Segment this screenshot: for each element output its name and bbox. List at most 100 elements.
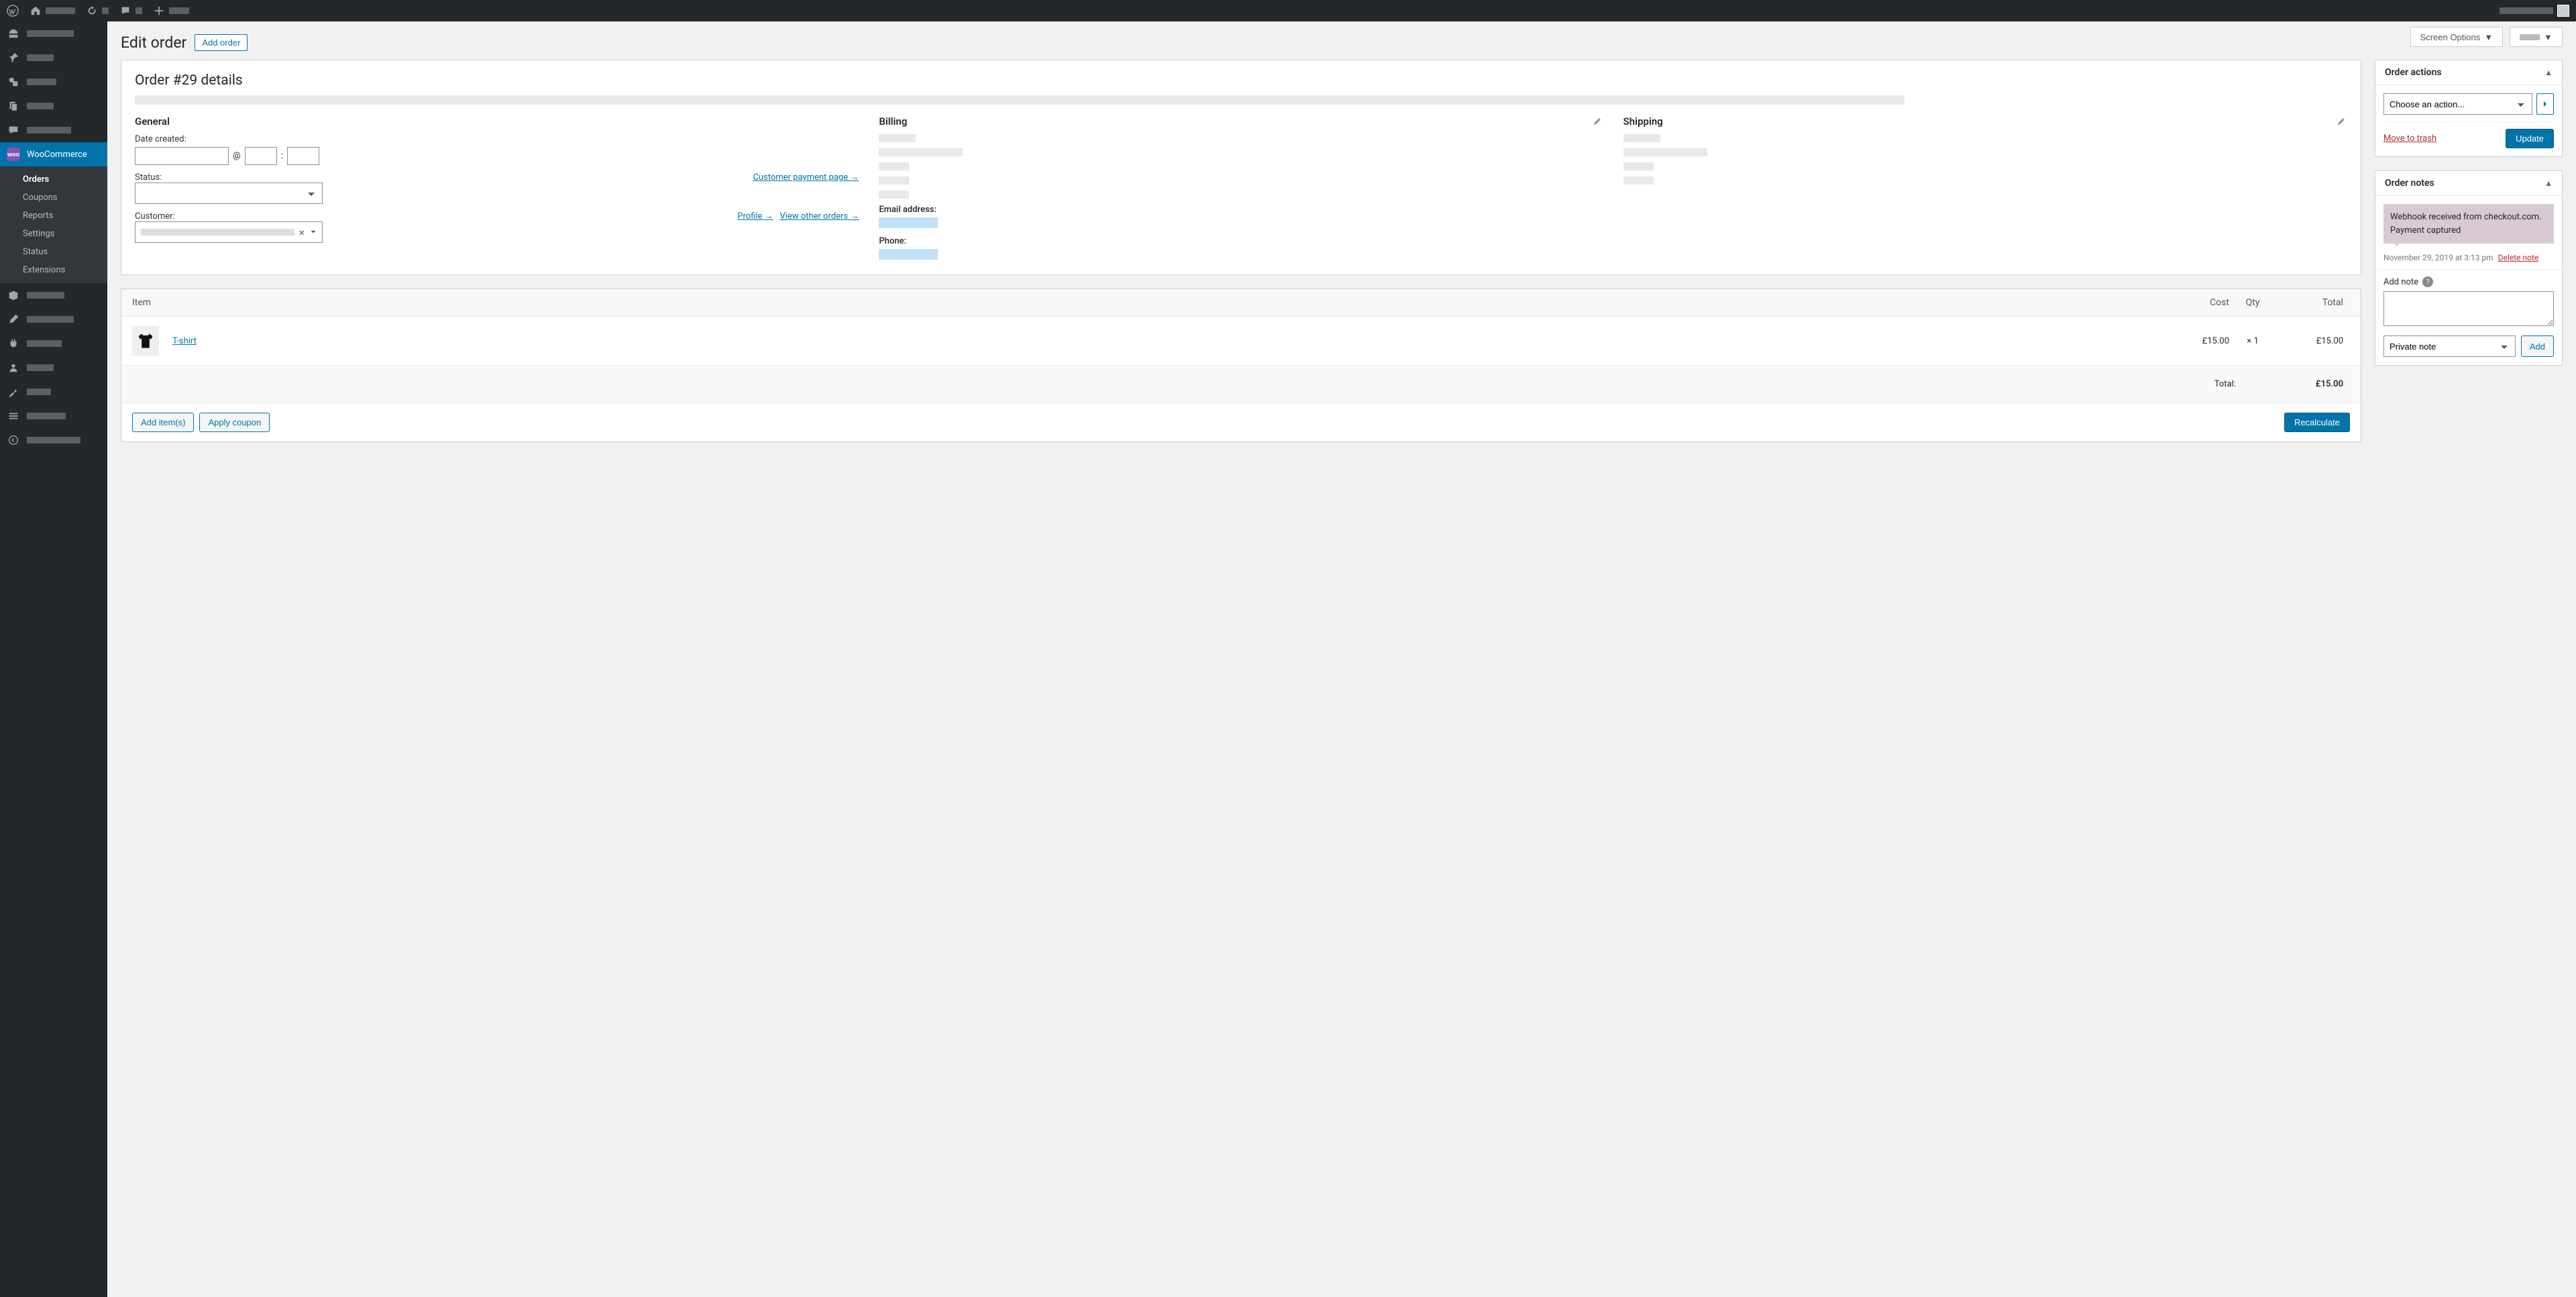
shipping-heading: Shipping bbox=[1623, 115, 2347, 127]
item-total: £15.00 bbox=[2276, 336, 2350, 346]
brush-icon bbox=[7, 313, 20, 326]
chevron-down-icon bbox=[309, 227, 318, 237]
order-note: Webhook received from checkout.com. Paym… bbox=[2383, 204, 2554, 244]
wp-logo[interactable] bbox=[7, 5, 19, 17]
note-textarea[interactable] bbox=[2383, 291, 2554, 326]
email-label: Email address: bbox=[879, 205, 1603, 215]
order-actions-title: Order actions bbox=[2385, 67, 2442, 78]
time-colon: : bbox=[281, 151, 283, 161]
items-header: Item Cost Qty Total bbox=[121, 289, 2361, 317]
menu-plugins[interactable] bbox=[0, 331, 107, 356]
submenu-settings[interactable]: Settings bbox=[0, 225, 107, 243]
date-created-input[interactable] bbox=[135, 147, 229, 165]
customer-payment-link[interactable]: Customer payment page → bbox=[753, 172, 859, 183]
apply-coupon-button[interactable]: Apply coupon bbox=[199, 413, 270, 432]
order-total-row: Total: £15.00 bbox=[121, 366, 2361, 403]
chevron-down-icon: ▼ bbox=[2544, 32, 2553, 42]
submenu-extensions[interactable]: Extensions bbox=[0, 261, 107, 279]
item-row: T-shirt £15.00 × 1 £15.00 bbox=[121, 317, 2361, 366]
sliders-icon bbox=[7, 409, 20, 423]
billing-email[interactable] bbox=[879, 217, 938, 228]
menu-comments[interactable] bbox=[0, 118, 107, 142]
menu-collapse[interactable] bbox=[0, 428, 107, 452]
status-select[interactable] bbox=[135, 183, 323, 204]
billing-phone[interactable] bbox=[879, 249, 938, 260]
recalculate-button[interactable]: Recalculate bbox=[2284, 413, 2350, 432]
add-items-button[interactable]: Add item(s) bbox=[132, 413, 194, 432]
help-button[interactable]: ▼ bbox=[2510, 27, 2563, 47]
admin-bar bbox=[0, 0, 2576, 21]
item-name-link[interactable]: T-shirt bbox=[172, 336, 197, 346]
woocommerce-submenu: Orders Coupons Reports Settings Status E… bbox=[0, 166, 107, 283]
view-other-orders-link[interactable]: View other orders → bbox=[780, 211, 859, 221]
menu-users[interactable] bbox=[0, 356, 107, 380]
page-icon bbox=[7, 99, 20, 113]
add-note-label: Add note bbox=[2383, 277, 2418, 287]
update-button[interactable]: Update bbox=[2506, 129, 2554, 148]
wrench-icon bbox=[7, 385, 20, 399]
box-icon bbox=[7, 289, 20, 302]
total-label: Total: bbox=[132, 379, 2236, 389]
new-content-icon[interactable] bbox=[153, 5, 189, 17]
order-notes-box: Order notes▲ Webhook received from check… bbox=[2375, 170, 2563, 366]
edit-billing-icon[interactable] bbox=[1593, 115, 1603, 126]
profile-link[interactable]: Profile → bbox=[737, 211, 773, 221]
comments-icon[interactable] bbox=[119, 5, 142, 17]
submenu-orders[interactable]: Orders bbox=[0, 170, 107, 189]
item-thumbnail bbox=[132, 326, 159, 356]
comments-icon bbox=[7, 123, 20, 137]
page-title: Edit order bbox=[121, 34, 186, 52]
menu-settings[interactable] bbox=[0, 404, 107, 428]
help-icon[interactable]: ? bbox=[2422, 276, 2433, 287]
add-note-button[interactable]: Add bbox=[2521, 335, 2554, 357]
menu-woocommerce[interactable]: woo WooCommerce bbox=[0, 142, 107, 166]
menu-dashboard[interactable] bbox=[0, 21, 107, 46]
general-heading: General bbox=[135, 115, 859, 127]
clear-customer-icon[interactable]: × bbox=[299, 226, 305, 239]
edit-shipping-icon[interactable] bbox=[2337, 115, 2347, 126]
total-value: £15.00 bbox=[2276, 379, 2350, 389]
at-symbol: @ bbox=[233, 151, 241, 161]
col-cost: Cost bbox=[2169, 297, 2229, 308]
screen-options-label: Screen Options bbox=[2420, 32, 2481, 42]
submenu-reports[interactable]: Reports bbox=[0, 207, 107, 225]
collapse-icon bbox=[7, 433, 20, 447]
move-to-trash-link[interactable]: Move to trash bbox=[2383, 134, 2436, 144]
account-menu[interactable] bbox=[2500, 5, 2569, 17]
pin-icon bbox=[7, 51, 20, 64]
order-details-title: Order #29 details bbox=[135, 72, 2347, 89]
billing-heading: Billing bbox=[879, 115, 1603, 127]
billing-column: Billing Email address: Phone: bbox=[879, 115, 1603, 262]
menu-pages[interactable] bbox=[0, 94, 107, 118]
menu-tools[interactable] bbox=[0, 380, 107, 404]
customer-select[interactable]: × bbox=[135, 221, 323, 243]
hour-input[interactable] bbox=[245, 147, 277, 165]
status-label: Status: bbox=[135, 172, 162, 183]
menu-appearance[interactable] bbox=[0, 307, 107, 331]
minute-input[interactable] bbox=[287, 147, 319, 165]
screen-options-button[interactable]: Screen Options ▼ bbox=[2410, 27, 2503, 47]
note-date: November 29, 2019 at 3:13 pm bbox=[2383, 253, 2493, 262]
col-total: Total bbox=[2276, 297, 2350, 308]
order-action-select[interactable]: Choose an action... bbox=[2383, 93, 2532, 115]
menu-products[interactable] bbox=[0, 283, 107, 307]
refresh-icon[interactable] bbox=[86, 5, 109, 17]
note-type-select[interactable]: Private note bbox=[2383, 335, 2516, 357]
delete-note-link[interactable]: Delete note bbox=[2498, 253, 2539, 262]
submenu-status[interactable]: Status bbox=[0, 243, 107, 261]
home-icon[interactable] bbox=[30, 5, 75, 17]
order-items-box: Item Cost Qty Total T-shirt £15.00 × 1 £… bbox=[121, 289, 2361, 442]
menu-posts[interactable] bbox=[0, 46, 107, 70]
add-order-button[interactable]: Add order bbox=[195, 34, 248, 51]
plug-icon bbox=[7, 337, 20, 350]
dashboard-icon bbox=[7, 27, 20, 40]
run-action-button[interactable] bbox=[2536, 93, 2554, 115]
col-item: Item bbox=[132, 297, 2169, 308]
date-created-label: Date created: bbox=[135, 134, 859, 144]
user-icon bbox=[7, 361, 20, 374]
menu-media[interactable] bbox=[0, 70, 107, 94]
menu-label: WooCommerce bbox=[27, 150, 87, 160]
collapse-icon[interactable]: ▲ bbox=[2544, 68, 2553, 77]
collapse-icon[interactable]: ▲ bbox=[2544, 178, 2553, 188]
submenu-coupons[interactable]: Coupons bbox=[0, 189, 107, 207]
